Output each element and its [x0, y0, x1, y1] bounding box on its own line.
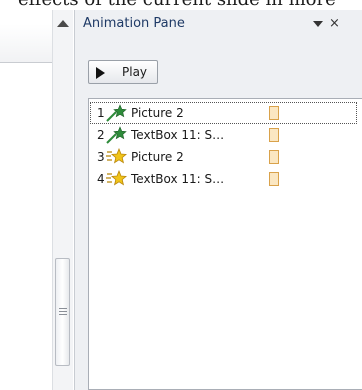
timing-bar [269, 128, 279, 142]
pane-menu-dropdown-icon[interactable] [313, 20, 323, 27]
animation-item[interactable]: 1 Picture 2 [90, 102, 357, 124]
entrance-star-icon [106, 126, 127, 144]
grip-icon [59, 308, 67, 309]
pane-controls: × [313, 16, 340, 31]
play-button[interactable]: Play [88, 60, 158, 84]
animation-name: TextBox 11: S… [131, 128, 225, 142]
animation-number: 3 [97, 150, 105, 164]
slide-area [0, 10, 52, 390]
animation-name: Picture 2 [131, 150, 184, 164]
animation-list[interactable]: 1 Picture 2 2 TextBox 11: S… 3 Picture 2… [88, 98, 362, 390]
slide-text-clip: effects of the current slide in more [0, 0, 362, 10]
close-icon[interactable]: × [329, 16, 340, 31]
animation-number: 4 [97, 172, 105, 186]
timing-bar [269, 106, 279, 120]
timing-bar [269, 150, 279, 164]
animation-name: TextBox 11: S… [131, 172, 225, 186]
animation-number: 2 [97, 128, 105, 142]
play-label: Play [122, 65, 148, 79]
vertical-scrollbar[interactable] [52, 10, 73, 390]
animation-pane: Animation Pane × Play 1 Picture 2 2 Text… [74, 10, 362, 390]
slide-text: effects of the current slide in more [18, 0, 336, 10]
emphasis-star-icon [106, 170, 127, 186]
animation-name: Picture 2 [131, 106, 184, 120]
entrance-star-icon [106, 104, 127, 122]
animation-number: 1 [97, 106, 105, 120]
animation-item[interactable]: 2 TextBox 11: S… [91, 125, 356, 145]
play-icon [96, 67, 105, 79]
emphasis-star-icon [106, 148, 127, 164]
pane-title: Animation Pane [83, 16, 185, 31]
slide-edge [0, 24, 52, 63]
scroll-up-arrow-icon[interactable] [57, 20, 69, 27]
scroll-thumb[interactable] [55, 258, 70, 366]
timing-bar [269, 172, 279, 186]
animation-item[interactable]: 3 Picture 2 [91, 147, 356, 167]
animation-item[interactable]: 4 TextBox 11: S… [91, 169, 356, 189]
